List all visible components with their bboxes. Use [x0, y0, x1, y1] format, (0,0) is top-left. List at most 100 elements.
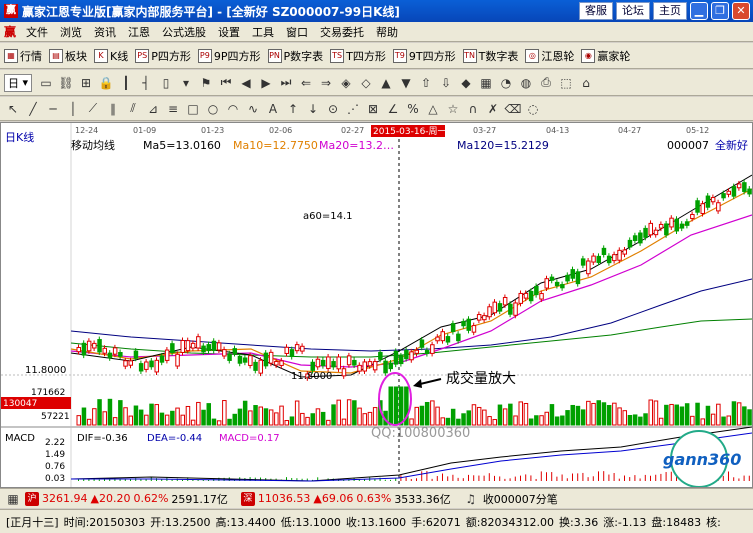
homepage-button[interactable]: 主页 — [653, 2, 687, 20]
up-arrow-tool-icon[interactable]: ↑ — [284, 100, 302, 118]
candle-icon[interactable]: ┃ — [117, 74, 135, 92]
link-icon[interactable]: ⛓ — [57, 74, 75, 92]
hat-icon[interactable]: ⌂ — [577, 74, 595, 92]
toolbar-p-number-button[interactable]: PN P数字表 — [267, 48, 323, 64]
menu-settings[interactable]: 设置 — [212, 24, 246, 40]
gann-box-tool-icon[interactable]: ⊠ — [364, 100, 382, 118]
angle-tool-icon[interactable]: ∠ — [384, 100, 402, 118]
kline-chart-svg[interactable]: 日K线 移动均线 Ma5=13.0160 Ma10=12.7750 Ma20=1… — [1, 123, 752, 487]
toolbar-t-square-button[interactable]: TS T四方形 — [330, 48, 386, 64]
arrow-left-icon[interactable]: ⇐ — [297, 74, 315, 92]
menu-file[interactable]: 文件 — [20, 24, 54, 40]
menu-bar: 赢 文件 浏览 资讯 江恩 公式选股 设置 工具 窗口 交易委托 帮助 — [0, 22, 753, 42]
sh-index-value: 3261.94 — [42, 492, 88, 505]
last-icon[interactable]: ⏭ — [277, 74, 295, 92]
wave-tool-icon[interactable]: ∿ — [244, 100, 262, 118]
volume-bar — [544, 411, 549, 426]
erase-all-tool-icon[interactable]: ⌫ — [504, 100, 522, 118]
next-icon[interactable]: ▶ — [257, 74, 275, 92]
volume-bar — [357, 407, 362, 426]
customer-service-button[interactable]: 客服 — [579, 2, 613, 20]
menu-help[interactable]: 帮助 — [370, 24, 404, 40]
gann-fan-tool-icon[interactable]: ⋰ — [344, 100, 362, 118]
text-tool-icon[interactable]: A — [264, 100, 282, 118]
forum-button[interactable]: 论坛 — [616, 2, 650, 20]
menu-info[interactable]: 资讯 — [88, 24, 122, 40]
lock-icon[interactable]: 🔒 — [97, 74, 115, 92]
channel-tool-icon[interactable]: ⫽ — [124, 100, 142, 118]
pointer-icon[interactable]: ↖ — [4, 100, 22, 118]
toolbar-gann-wheel-button[interactable]: ◎ 江恩轮 — [525, 48, 574, 64]
toolbar-kline-button[interactable]: K K线 — [94, 48, 128, 64]
menu-window[interactable]: 窗口 — [280, 24, 314, 40]
volume-bar — [284, 420, 289, 426]
candle-body — [185, 340, 191, 352]
globe-icon[interactable]: ◍ — [517, 74, 535, 92]
period-dropdown[interactable]: 日 ▾ — [4, 73, 33, 92]
delete-tool-icon[interactable]: ✗ — [484, 100, 502, 118]
down-arrow-tool-icon[interactable]: ↓ — [304, 100, 322, 118]
grid-icon[interactable]: ▦ — [4, 490, 22, 508]
draw-flag-icon[interactable]: ⚑ — [197, 74, 215, 92]
volume-bar — [586, 400, 591, 426]
maximize-icon[interactable]: ❐ — [711, 2, 729, 20]
shift-down-icon[interactable]: ⇩ — [437, 74, 455, 92]
magnet-tool-icon[interactable]: ∩ — [464, 100, 482, 118]
menu-gann[interactable]: 江恩 — [122, 24, 156, 40]
toolbar-quotes-button[interactable]: ▦ 行情 — [4, 48, 42, 64]
percent-tool-icon[interactable]: % — [404, 100, 422, 118]
print-icon[interactable]: ⎙ — [537, 74, 555, 92]
minimize-icon[interactable]: ▁ — [690, 2, 708, 20]
hide-tool-icon[interactable]: ◌ — [524, 100, 542, 118]
vline-tool-icon[interactable]: │ — [64, 100, 82, 118]
fib-tool-icon[interactable]: ≡ — [164, 100, 182, 118]
speaker-icon[interactable]: ♫ — [462, 490, 480, 508]
pie-icon[interactable]: ◔ — [497, 74, 515, 92]
ray-tool-icon[interactable]: ⟋ — [84, 100, 102, 118]
close-icon[interactable]: ✕ — [732, 2, 750, 20]
candle-body — [643, 227, 648, 238]
star-tool-icon[interactable]: ☆ — [444, 100, 462, 118]
menu-tools[interactable]: 工具 — [246, 24, 280, 40]
zoom-out-icon[interactable]: ◇ — [357, 74, 375, 92]
kline-chart-panel[interactable]: 日K线 移动均线 Ma5=13.0160 Ma10=12.7750 Ma20=1… — [0, 122, 753, 488]
arc-tool-icon[interactable]: ◠ — [224, 100, 242, 118]
first-icon[interactable]: ⏮ — [217, 74, 235, 92]
zoom-in-icon[interactable]: ◈ — [337, 74, 355, 92]
fan-tool-icon[interactable]: ⊿ — [144, 100, 162, 118]
up-icon[interactable]: ▲ — [377, 74, 395, 92]
cycle-tool-icon[interactable]: ⊙ — [324, 100, 342, 118]
toolbar-winner-wheel-button[interactable]: ◉ 赢家轮 — [581, 48, 630, 64]
toolbar-9t-square-button[interactable]: T9 9T四方形 — [392, 48, 456, 64]
volume-bar — [445, 417, 451, 426]
menu-trade[interactable]: 交易委托 — [314, 24, 370, 40]
toolbar-sector-button[interactable]: ▤ 板块 — [49, 48, 87, 64]
calendar-icon[interactable]: ▦ — [477, 74, 495, 92]
menu-browse[interactable]: 浏览 — [54, 24, 88, 40]
candle-body — [539, 293, 544, 300]
candle-body — [523, 292, 529, 299]
volume-bar — [424, 401, 430, 426]
down-icon[interactable]: ▼ — [397, 74, 415, 92]
toolbar-t-number-button[interactable]: TN T数字表 — [462, 48, 518, 64]
bar-icon[interactable]: ┤ — [137, 74, 155, 92]
price-axis-label: 11.8000 — [25, 365, 66, 376]
diamond-icon[interactable]: ◆ — [457, 74, 475, 92]
shift-up-icon[interactable]: ⇧ — [417, 74, 435, 92]
arrow-right-icon[interactable]: ⇒ — [317, 74, 335, 92]
triangle-tool-icon[interactable]: △ — [424, 100, 442, 118]
parallel-tool-icon[interactable]: ∥ — [104, 100, 122, 118]
dropdown-icon[interactable]: ▾ — [177, 74, 195, 92]
prev-icon[interactable]: ◀ — [237, 74, 255, 92]
compare-icon[interactable]: ⊞ — [77, 74, 95, 92]
toolbar-p-square-button[interactable]: PS P四方形 — [135, 48, 191, 64]
toolbar-9p-square-button[interactable]: P9 9P四方形 — [197, 48, 261, 64]
circle-tool-icon[interactable]: ○ — [204, 100, 222, 118]
line-tool-icon[interactable]: ╱ — [24, 100, 42, 118]
rect-tool-icon[interactable]: □ — [184, 100, 202, 118]
menu-formula[interactable]: 公式选股 — [156, 24, 212, 40]
hline-tool-icon[interactable]: ─ — [44, 100, 62, 118]
square-tool-icon[interactable]: ▭ — [37, 74, 55, 92]
cube-icon[interactable]: ⬚ — [557, 74, 575, 92]
chart-type-icon[interactable]: ▯ — [157, 74, 175, 92]
